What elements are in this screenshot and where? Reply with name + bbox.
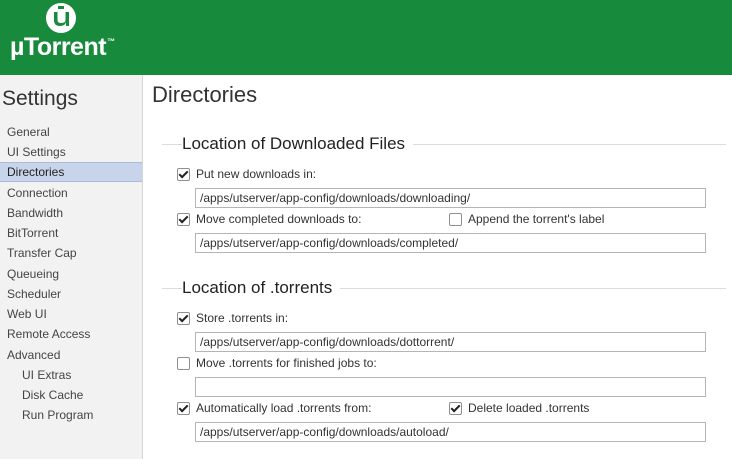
section-title-downloaded-files: Location of Downloaded Files [182,134,414,154]
brand-trademark: ™ [107,37,115,46]
move-completed-label: Move completed downloads to: [196,212,362,226]
store-torrents-label: Store .torrents in: [196,311,289,325]
page-title: Directories [152,82,258,107]
sidebar-item-scheduler[interactable]: Scheduler [0,284,142,304]
delete-loaded-torrents-checkbox[interactable] [449,402,462,415]
utorrent-logo-icon [46,3,76,33]
autoload-torrents-checkbox[interactable] [177,402,190,415]
move-finished-torrents-path-input[interactable] [195,377,706,397]
append-label-label: Append the torrent's label [468,212,605,226]
move-completed-path-input[interactable] [195,233,706,253]
sidebar-item-connection[interactable]: Connection [0,183,142,203]
sidebar-item-queueing[interactable]: Queueing [0,264,142,284]
store-torrents-checkbox[interactable] [177,312,190,325]
settings-sidebar: Settings General UI Settings Directories… [0,75,143,459]
sidebar-item-web-ui[interactable]: Web UI [0,304,142,324]
brand-name: µTorrent [10,33,107,61]
move-finished-torrents-label: Move .torrents for finished jobs to: [196,356,377,370]
sidebar-item-advanced[interactable]: Advanced [0,345,142,365]
sidebar-item-bittorrent[interactable]: BitTorrent [0,223,142,243]
sidebar-item-run-program[interactable]: Run Program [0,405,142,425]
move-finished-torrents-checkbox[interactable] [177,357,190,370]
delete-loaded-torrents-label: Delete loaded .torrents [468,401,590,415]
autoload-torrents-label: Automatically load .torrents from: [196,401,372,415]
put-new-downloads-path-input[interactable] [195,188,706,208]
sidebar-item-disk-cache[interactable]: Disk Cache [0,385,142,405]
sidebar-item-bandwidth[interactable]: Bandwidth [0,203,142,223]
sidebar-item-ui-settings[interactable]: UI Settings [0,142,142,162]
sidebar-title: Settings [2,87,78,110]
sidebar-item-general[interactable]: General [0,122,142,142]
move-completed-checkbox[interactable] [177,213,190,226]
append-label-checkbox[interactable] [449,213,462,226]
put-new-downloads-label: Put new downloads in: [196,167,317,181]
sidebar-item-transfer-cap[interactable]: Transfer Cap [0,243,142,263]
autoload-torrents-path-input[interactable] [195,422,706,442]
sidebar-item-directories[interactable]: Directories [0,162,142,182]
header-bar: µTorrent™ [0,0,732,75]
put-new-downloads-checkbox[interactable] [177,168,190,181]
sidebar-item-remote-access[interactable]: Remote Access [0,324,142,344]
sidebar-item-ui-extras[interactable]: UI Extras [0,365,142,385]
brand-logo-text: µTorrent™ [10,33,115,62]
store-torrents-path-input[interactable] [195,332,706,352]
section-title-torrents: Location of .torrents [182,278,341,298]
